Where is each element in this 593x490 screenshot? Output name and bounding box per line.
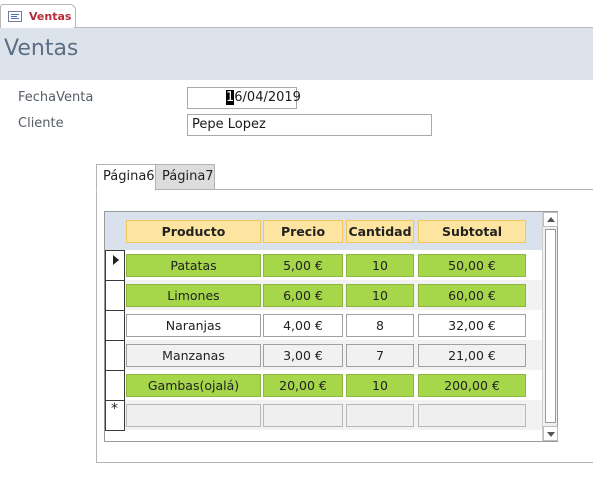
record-selector[interactable] bbox=[105, 280, 125, 311]
cantidad-field-new[interactable] bbox=[346, 404, 414, 427]
subtotal-field[interactable]: 50,00 € bbox=[418, 254, 526, 277]
cantidad-field[interactable]: 7 bbox=[346, 344, 414, 367]
record-selector[interactable] bbox=[105, 250, 125, 281]
producto-field[interactable]: Gambas(ojalá) bbox=[126, 374, 261, 397]
vertical-scrollbar[interactable] bbox=[542, 212, 558, 441]
new-record-icon: * bbox=[111, 401, 118, 417]
fechaventa-value: 6/04/2019 bbox=[234, 90, 301, 105]
subtotal-field[interactable]: 200,00 € bbox=[418, 374, 526, 397]
subtotal-field[interactable]: 21,00 € bbox=[418, 344, 526, 367]
record-selector-new[interactable]: * bbox=[105, 400, 125, 431]
arrow-up-icon bbox=[547, 217, 555, 222]
record-selector[interactable] bbox=[105, 340, 125, 371]
subtotal-field[interactable]: 32,00 € bbox=[418, 314, 526, 337]
fechaventa-field[interactable]: 16/04/2019 bbox=[187, 87, 301, 109]
cliente-label: Cliente bbox=[18, 116, 64, 131]
cantidad-field[interactable]: 8 bbox=[346, 314, 414, 337]
producto-field[interactable]: Patatas bbox=[126, 254, 261, 277]
precio-field[interactable]: 4,00 € bbox=[263, 314, 343, 337]
document-tab-ventas[interactable]: Ventas bbox=[0, 4, 76, 28]
cantidad-field[interactable]: 10 bbox=[346, 254, 414, 277]
fechaventa-label: FechaVenta bbox=[18, 90, 94, 105]
producto-field[interactable]: Limones bbox=[126, 284, 261, 307]
document-tab-label: Ventas bbox=[29, 10, 72, 23]
cantidad-field[interactable]: 10 bbox=[346, 284, 414, 307]
producto-field[interactable]: Manzanas bbox=[126, 344, 261, 367]
subform-grid: Producto Precio Cantidad Subtotal Patata… bbox=[104, 211, 558, 442]
current-record-icon bbox=[113, 255, 119, 265]
scroll-thumb[interactable] bbox=[545, 229, 556, 423]
subtotal-field[interactable]: 60,00 € bbox=[418, 284, 526, 307]
scroll-down-button[interactable] bbox=[543, 426, 558, 441]
form-icon bbox=[8, 11, 22, 22]
form-header bbox=[0, 28, 593, 80]
column-header-precio: Precio bbox=[263, 220, 343, 243]
record-selector[interactable] bbox=[105, 370, 125, 401]
precio-field[interactable]: 6,00 € bbox=[263, 284, 343, 307]
precio-field-new[interactable] bbox=[263, 404, 343, 427]
column-header-cantidad: Cantidad bbox=[346, 220, 414, 243]
column-header-producto: Producto bbox=[126, 220, 261, 243]
precio-field[interactable]: 5,00 € bbox=[263, 254, 343, 277]
scroll-up-button[interactable] bbox=[543, 212, 558, 227]
precio-field[interactable]: 20,00 € bbox=[263, 374, 343, 397]
subtotal-field-new[interactable] bbox=[418, 404, 526, 427]
cliente-field[interactable]: Pepe Lopez bbox=[187, 114, 432, 136]
tab-pagina7[interactable]: Página7 bbox=[155, 164, 215, 190]
arrow-down-icon bbox=[547, 432, 555, 437]
column-header-subtotal: Subtotal bbox=[418, 220, 526, 243]
producto-field-new[interactable] bbox=[126, 404, 261, 427]
tab-pagina6[interactable]: Página6 bbox=[96, 164, 156, 191]
precio-field[interactable]: 3,00 € bbox=[263, 344, 343, 367]
producto-field[interactable]: Naranjas bbox=[126, 314, 261, 337]
cantidad-field[interactable]: 10 bbox=[346, 374, 414, 397]
form-title: Ventas bbox=[4, 36, 79, 61]
record-selector[interactable] bbox=[105, 310, 125, 341]
